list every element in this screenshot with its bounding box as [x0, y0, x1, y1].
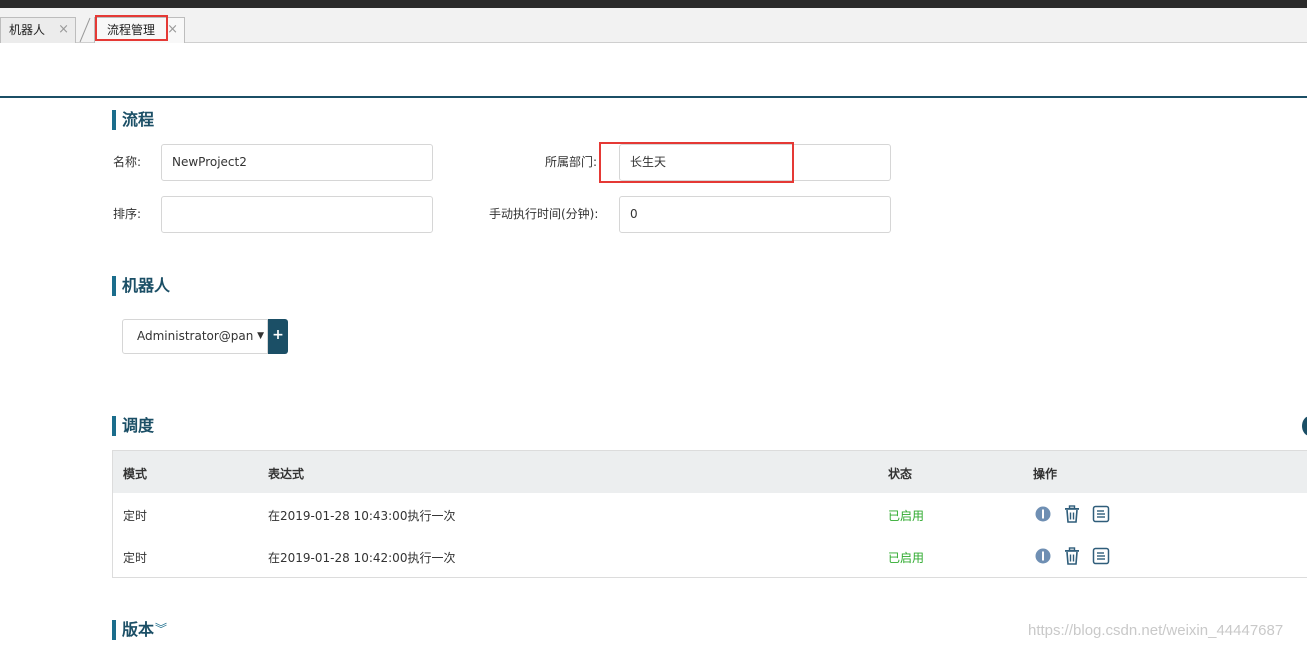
- robot-select[interactable]: Administrator@pan ▼: [122, 319, 268, 354]
- info-icon[interactable]: [1033, 546, 1053, 566]
- trash-icon[interactable]: [1062, 546, 1082, 566]
- highlight-box-tab: [95, 15, 168, 41]
- column-header-status: 状态: [888, 467, 913, 481]
- robot-select-value: Administrator@pan: [137, 329, 254, 343]
- section-title-version[interactable]: 版本: [112, 620, 154, 640]
- document-icon[interactable]: [1091, 546, 1111, 566]
- row-status: 已启用: [888, 509, 925, 523]
- table-row: 定时 在2019-01-28 10:43:00执行一次 已启用: [113, 493, 1307, 535]
- table-header: 模式 表达式 状态 操作: [113, 451, 1307, 493]
- column-header-mode: 模式: [123, 467, 148, 481]
- header-divider: [0, 96, 1307, 98]
- row-mode: 定时: [123, 509, 148, 523]
- watermark: https://blog.csdn.net/weixin_44447687: [1028, 622, 1284, 639]
- tab-close-icon[interactable]: ×: [167, 18, 178, 42]
- add-robot-button[interactable]: +: [268, 319, 288, 354]
- tab-strip: 机器人 × 流程管理 ×: [0, 8, 1307, 43]
- info-icon[interactable]: [1033, 504, 1053, 524]
- version-label: 版本: [122, 620, 155, 639]
- row-expression: 在2019-01-28 10:42:00执行一次: [268, 551, 456, 565]
- trash-icon[interactable]: [1062, 504, 1082, 524]
- expand-chevron-icon[interactable]: ︾: [155, 620, 167, 637]
- row-expression: 在2019-01-28 10:43:00执行一次: [268, 509, 456, 523]
- highlight-box-dept: [599, 142, 794, 183]
- tab-robot[interactable]: 机器人 ×: [0, 17, 76, 43]
- schedule-table: 模式 表达式 状态 操作 定时 在2019-01-28 10:43:00执行一次…: [112, 450, 1307, 578]
- dept-label: 所属部门:: [545, 155, 598, 169]
- tab-close-icon[interactable]: ×: [58, 18, 69, 42]
- section-title-schedule: 调度: [112, 416, 154, 436]
- column-header-actions: 操作: [1033, 467, 1058, 481]
- order-label: 排序:: [113, 207, 142, 221]
- table-row: 定时 在2019-01-28 10:42:00执行一次 已启用: [113, 535, 1307, 577]
- document-icon[interactable]: [1091, 504, 1111, 524]
- name-label: 名称:: [113, 155, 142, 169]
- row-status: 已启用: [888, 551, 925, 565]
- caret-down-icon: ▼: [257, 331, 264, 341]
- section-title-process: 流程: [112, 110, 154, 130]
- manual-time-label: 手动执行时间(分钟):: [489, 207, 599, 221]
- tab-separator-icon: [79, 17, 91, 43]
- section-title-robot: 机器人: [112, 276, 170, 296]
- column-header-expression: 表达式: [268, 467, 305, 481]
- row-mode: 定时: [123, 551, 148, 565]
- tab-label: 机器人: [9, 23, 46, 37]
- manual-time-input[interactable]: 0: [619, 196, 891, 233]
- name-input[interactable]: NewProject2: [161, 144, 433, 181]
- order-input[interactable]: [161, 196, 433, 233]
- row-actions: [1033, 546, 1111, 566]
- row-actions: [1033, 504, 1111, 524]
- window-top-bar: [0, 0, 1307, 8]
- schedule-action-button[interactable]: [1302, 416, 1307, 436]
